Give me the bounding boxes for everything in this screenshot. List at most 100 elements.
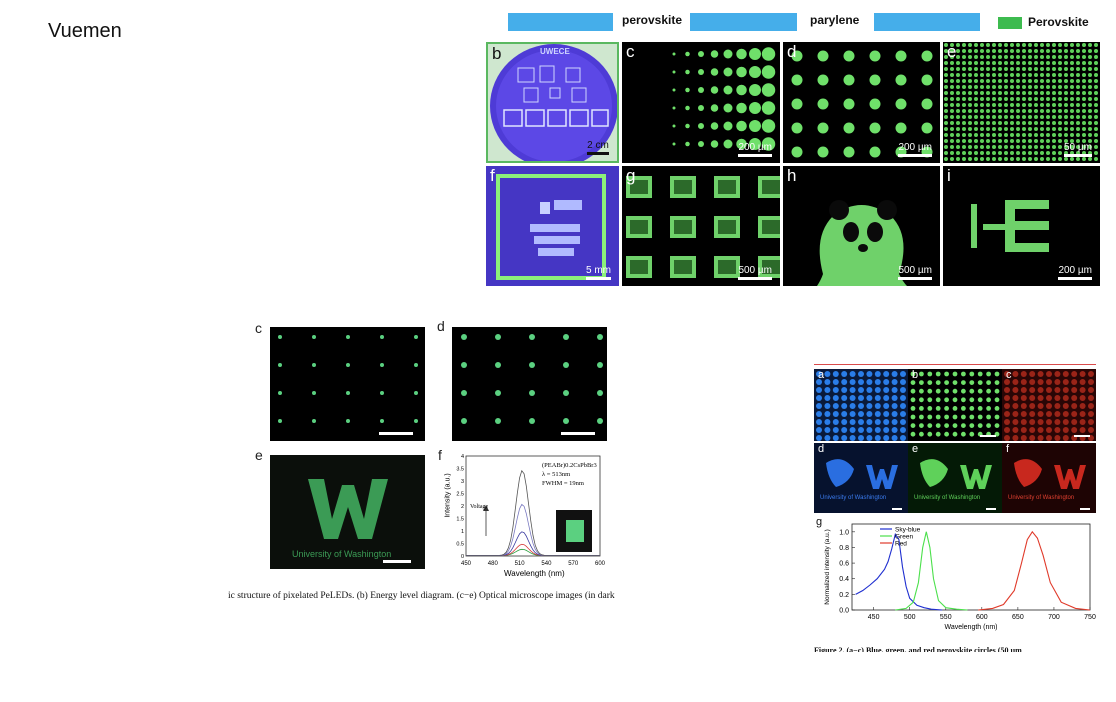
pixel-dot [952,431,958,437]
pixel-dot [1088,427,1094,433]
pixel-dot [1034,79,1038,83]
pixel-dot [1088,127,1092,131]
pixel-dot [1034,49,1038,53]
pixel-dot [1064,67,1068,71]
pixel-dot [1010,91,1014,95]
pixel-dot [1088,55,1092,59]
pixel-dot [1046,419,1052,425]
pixel-dot [698,51,704,57]
pixel-dot [1094,97,1098,101]
pixel-dot [919,371,924,377]
pixel-dot [1028,115,1032,119]
pixel-dot [1046,151,1050,155]
figB-panel-c [270,327,425,441]
pixel-dot [910,414,916,420]
pixel-dot [1028,109,1032,113]
pixel-dot [1028,85,1032,89]
scalebar-b: 2 cm [587,140,609,155]
pixel-dot [1016,139,1020,143]
pixel-dot [1046,91,1050,95]
pixel-dot [1040,91,1044,95]
pixel-dot [1004,79,1008,83]
pixel-dot [900,435,906,441]
pixel-dot [1004,395,1010,401]
pixel-dot [1022,133,1026,137]
pixel-dot [1037,379,1044,385]
pixel-dot [817,74,829,86]
pixel-dot [1016,145,1020,149]
pixel-dot [874,403,881,409]
pixel-dot [849,427,856,433]
pixel-dot [992,127,996,131]
pixel-dot [1094,49,1098,53]
pixel-dot [1070,109,1074,113]
pixel-dot [346,391,350,395]
pixel-dot [1022,127,1026,131]
pixel-dot [1004,435,1010,441]
pixel-dot [1034,103,1038,107]
pixel-dot [1070,91,1074,95]
pixel-dot [1040,115,1044,119]
pixel-dot [1022,67,1026,71]
pixel-dot [998,103,1002,107]
pixel-dot [816,387,822,393]
pixel-dot [1079,371,1086,377]
pixel-dot [1010,61,1014,65]
pixel-dot [749,84,761,96]
pixel-dot [495,334,501,340]
pixel-dot [944,157,948,161]
pixel-dot [1037,419,1044,425]
pixel-dot [761,83,776,97]
pixel-dot [1058,127,1062,131]
pixel-dot [849,403,856,409]
pixel-dot [1028,157,1032,161]
scalebar-d-text: 200 µm [898,142,932,153]
pixel-dot [986,61,990,65]
pixel-dot [874,419,881,425]
pixel-dot [841,395,848,401]
pixel-dot [1028,43,1032,47]
pixel-dot [1062,411,1069,417]
pixel-dot [910,397,916,403]
pixel-dot [956,67,960,71]
pixel-dot [994,388,1000,394]
pixel-dot [974,73,978,77]
pixel-dot [816,427,822,433]
pixel-dot [969,423,975,428]
pixel-dot [974,121,978,125]
pixel-dot [1062,387,1069,393]
pixel-dot [986,414,991,420]
pixel-dot [998,109,1002,113]
pixel-dot [944,115,948,119]
pixel-dot [1012,371,1019,377]
scalebar-g-text: 500 µm [738,265,772,276]
pixel-dot [1052,121,1056,125]
pixel-dot [841,411,848,417]
pixel-dot [1052,61,1056,65]
x-tick-label: 450 [868,614,880,621]
pixel-dot [1004,419,1010,425]
pixel-dot [968,97,972,101]
pixel-dot [900,371,906,377]
pixel-dot [974,103,978,107]
pixel-dot [1064,43,1068,47]
pixel-dot [824,371,831,377]
pixel-dot [1082,115,1086,119]
figC-panel-a-svg [816,371,906,441]
pixel-dot [956,73,960,77]
pixel-dot [749,102,761,114]
pixel-dot [968,145,972,149]
pad-inner [630,220,648,234]
pixel-dot [1064,109,1068,113]
pixel-dot [1082,91,1086,95]
pixel-dot [736,48,747,60]
pixel-dot [1022,145,1026,149]
pixel-dot [956,133,960,137]
figC-label-a: a [818,369,825,381]
pixel-dot [832,379,839,385]
pixel-dot [1016,55,1020,59]
pixel-dot [1046,411,1052,417]
pixel-dot [1004,121,1008,125]
pixel-dot [1010,151,1014,155]
pixel-dot [998,91,1002,95]
